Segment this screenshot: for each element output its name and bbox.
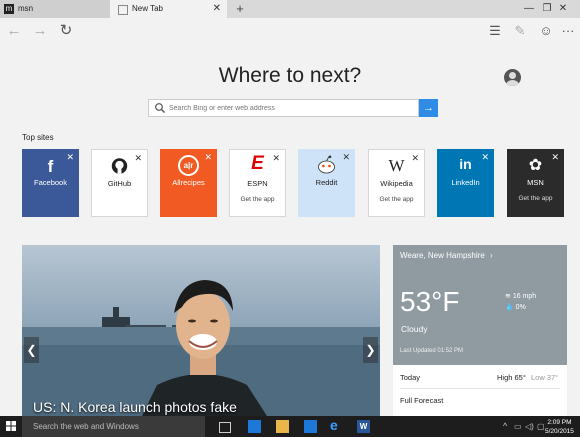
top-site-github[interactable]: ✕ GitHub [91, 149, 148, 217]
top-sites-heading: Top sites [22, 133, 54, 142]
clock-time: 2:09 PM [547, 419, 572, 426]
settings-app-icon[interactable] [248, 420, 261, 433]
allrecipes-glyph: a|r [178, 155, 199, 176]
tab-label: msn [18, 4, 34, 13]
page-title: Where to next? [218, 64, 362, 87]
avatar[interactable] [504, 69, 521, 86]
forecast-today-label: Today [400, 373, 421, 382]
espn-logo-icon: E [251, 153, 264, 174]
top-site-allrecipes[interactable]: ✕ a|r Allrecipes [160, 149, 217, 217]
github-logo-icon [111, 158, 128, 174]
weather-card[interactable]: Weare, New Hampshire › 53°F Cloudy ≋ 16 … [393, 245, 567, 416]
taskbar-clock[interactable]: 2:09 PM 5/20/2015 [545, 418, 574, 436]
forecast-low: Low 37° [531, 373, 559, 382]
word-app-icon[interactable]: W [357, 420, 370, 433]
tab-label: New Tab [132, 4, 163, 13]
wind-speed: 16 mph [512, 293, 537, 300]
edge-browser-icon[interactable]: e [330, 418, 343, 432]
tile-label: LinkedIn [451, 178, 480, 187]
forward-arrow-icon[interactable]: → [29, 18, 51, 44]
search-icon [155, 103, 165, 113]
weather-precip: 💧 0% [505, 303, 526, 311]
allrecipes-logo-icon: a|r [160, 155, 217, 176]
tile-label: MSN [527, 178, 544, 187]
task-view-icon[interactable] [219, 422, 231, 433]
weather-wind: ≋ 16 mph [505, 292, 536, 300]
linkedin-logo-icon: in [459, 156, 472, 172]
tile-label: Reddit [315, 178, 338, 187]
forecast-high: High 65° [497, 373, 526, 382]
new-tab-button[interactable]: + [233, 0, 247, 18]
back-arrow-icon[interactable]: ← [3, 18, 25, 44]
smiley-icon[interactable]: ☺ [535, 18, 557, 44]
top-site-linkedin[interactable]: ✕ in LinkedIn [437, 149, 494, 217]
news-card[interactable]: ❮ ❯ US: N. Korea launch photos fake [22, 245, 380, 416]
facebook-logo-icon: f [47, 157, 54, 176]
precip-chance: 0% [515, 304, 526, 311]
weather-temperature: 53°F [400, 286, 460, 317]
forecast-panel: Today High 65° Low 37° Full Forecast [393, 365, 567, 416]
avatar-body [506, 80, 519, 86]
tab-new-tab[interactable]: New Tab ✕ [110, 0, 227, 18]
avatar-head [509, 72, 516, 79]
weather-updated: Last Updated 01:52 PM [400, 348, 464, 354]
get-the-app-link[interactable]: Get the app [230, 196, 285, 203]
navigation-bar: ← → ↻ ☰ ✎ ☺ ··· [0, 18, 580, 44]
tab-strip: m msn New Tab ✕ + — ❐ ✕ [0, 0, 580, 18]
refresh-icon[interactable]: ↻ [55, 18, 77, 44]
close-tab-icon[interactable]: ✕ [213, 0, 221, 18]
divider [400, 388, 560, 389]
taskbar: Search the web and Windows e W ^ ▭ ◁) ▢ … [0, 416, 580, 437]
top-site-msn[interactable]: ✕ ✿ MSN Get the app [507, 149, 564, 217]
msn-favicon-icon: m [4, 4, 14, 14]
weather-condition: Cloudy [401, 324, 428, 334]
store-app-icon[interactable] [304, 420, 317, 433]
hub-icon[interactable]: ☰ [484, 18, 506, 44]
weather-location-text: Weare, New Hampshire [400, 251, 485, 260]
chevron-right-icon: › [490, 251, 493, 260]
get-the-app-link[interactable]: Get the app [507, 195, 564, 202]
news-photo [22, 245, 380, 416]
top-site-wikipedia[interactable]: ✕ W Wikipedia Get the app [368, 149, 425, 217]
clock-date: 5/20/2015 [545, 428, 574, 435]
news-next-button[interactable]: ❯ [363, 337, 378, 363]
weather-location[interactable]: Weare, New Hampshire › [400, 251, 493, 260]
search-input[interactable] [169, 100, 414, 116]
tile-label: Facebook [34, 178, 67, 187]
top-site-facebook[interactable]: ✕ f Facebook [22, 149, 79, 217]
tile-label: Allrecipes [172, 178, 205, 187]
tab-msn[interactable]: m msn [0, 0, 110, 18]
top-site-reddit[interactable]: ✕ Reddit [298, 149, 355, 217]
msn-butterfly-icon: ✿ [528, 157, 543, 174]
tile-label: Wikipedia [380, 179, 413, 188]
wikipedia-logo-icon: W [388, 156, 405, 175]
wind-icon: ≋ [505, 293, 511, 300]
get-the-app-link[interactable]: Get the app [369, 196, 424, 203]
news-prev-button[interactable]: ❮ [24, 337, 39, 363]
tile-label: ESPN [247, 179, 268, 188]
reddit-logo-icon [318, 155, 335, 174]
more-actions-icon[interactable]: ··· [557, 18, 579, 44]
file-explorer-icon[interactable] [276, 420, 289, 433]
windows-start-icon[interactable] [0, 416, 22, 437]
raindrop-icon: 💧 [505, 304, 514, 311]
taskbar-search-input[interactable]: Search the web and Windows [22, 416, 205, 437]
new-tab-favicon-icon [118, 5, 128, 15]
full-forecast-link[interactable]: Full Forecast [400, 396, 443, 405]
news-headline[interactable]: US: N. Korea launch photos fake [33, 399, 237, 415]
tile-label: GitHub [107, 179, 132, 188]
close-window-button[interactable]: ✕ [546, 0, 580, 18]
web-note-icon[interactable]: ✎ [509, 18, 531, 44]
search-box[interactable] [148, 99, 419, 117]
taskbar-search-placeholder: Search the web and Windows [33, 422, 139, 431]
top-site-espn[interactable]: ✕ E ESPN Get the app [229, 149, 286, 217]
go-button[interactable]: → [419, 99, 438, 117]
